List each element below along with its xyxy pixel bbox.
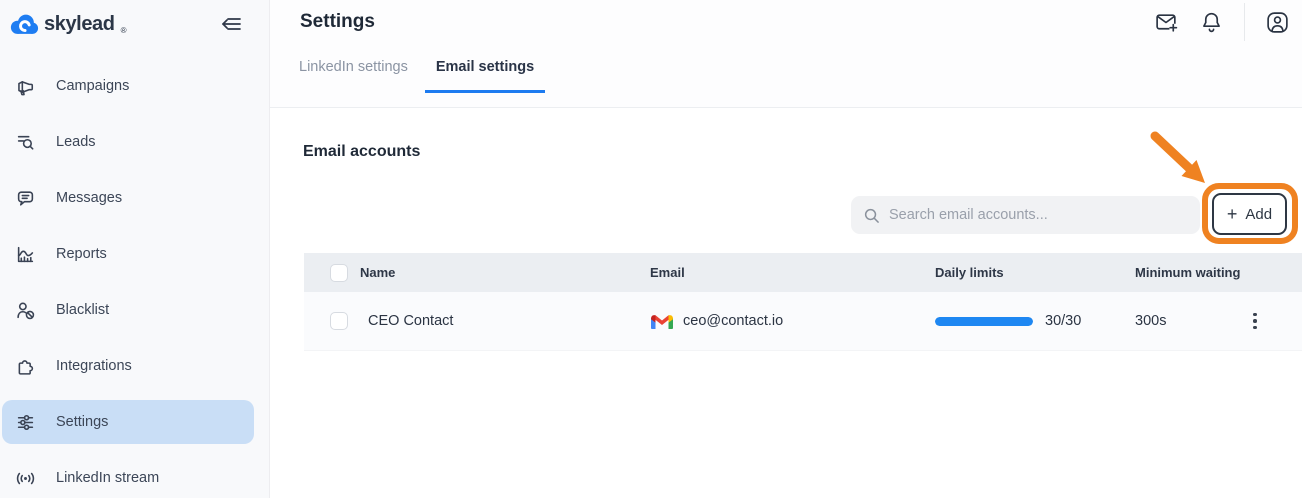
highlight-arrow-annotation	[1145, 128, 1220, 198]
registered-mark: ®	[121, 26, 127, 35]
megaphone-icon	[15, 76, 35, 96]
sidebar-item-integrations[interactable]: Integrations	[2, 344, 254, 388]
sidebar-item-messages[interactable]: Messages	[2, 176, 254, 220]
sidebar-item-label: Campaigns	[56, 78, 129, 94]
select-all-checkbox[interactable]	[330, 264, 348, 282]
topbar-divider	[1244, 3, 1245, 41]
collapse-sidebar-icon[interactable]	[217, 12, 245, 36]
header-cell-daily-limits: Daily limits	[935, 265, 1135, 280]
section-title: Email accounts	[303, 143, 1302, 161]
user-block-icon	[15, 300, 35, 320]
tab-email-settings[interactable]: Email settings	[425, 44, 545, 93]
add-button[interactable]: + Add	[1212, 193, 1287, 235]
profile-icon[interactable]	[1265, 10, 1290, 35]
sidebar-item-blacklist[interactable]: Blacklist	[2, 288, 254, 332]
sidebar-item-campaigns[interactable]: Campaigns	[2, 64, 254, 108]
search-email-accounts-box[interactable]	[851, 196, 1200, 234]
skylead-cloud-icon	[9, 12, 39, 37]
header-cell-minimum-waiting: Minimum waiting	[1135, 265, 1247, 280]
topbar: Settings	[270, 0, 1302, 44]
header-cell-name: Name	[360, 265, 650, 280]
sidebar-item-reports[interactable]: Reports	[2, 232, 254, 276]
email-accounts-table: Name Email Daily limits Minimum waiting …	[304, 253, 1302, 351]
sidebar-item-label: Messages	[56, 190, 122, 206]
list-search-icon	[15, 132, 35, 152]
row-cell-minimum-waiting: 300s	[1135, 313, 1247, 329]
message-icon	[15, 188, 35, 208]
app-window: skylead ® Campaigns	[0, 0, 1302, 498]
sidebar: skylead ® Campaigns	[0, 0, 270, 498]
table-header-row: Name Email Daily limits Minimum waiting	[304, 253, 1302, 292]
main-area: Settings	[270, 0, 1302, 498]
plus-icon: +	[1227, 205, 1238, 223]
gmail-icon	[650, 312, 674, 330]
row-cell-checkbox	[304, 312, 360, 330]
sliders-icon	[15, 412, 35, 432]
sidebar-item-label: Integrations	[56, 358, 132, 374]
broadcast-icon	[15, 468, 35, 488]
sidebar-item-linkedin-stream[interactable]: LinkedIn stream	[2, 456, 254, 500]
search-icon	[863, 207, 880, 224]
daily-limit-progress-bar	[935, 317, 1033, 326]
sidebar-item-leads[interactable]: Leads	[2, 120, 254, 164]
search-input[interactable]	[889, 207, 1188, 223]
sidebar-item-label: Settings	[56, 414, 108, 430]
header-cell-email: Email	[650, 265, 935, 280]
sidebar-nav: Campaigns Leads Messages	[0, 64, 269, 500]
row-email-text: ceo@contact.io	[683, 313, 783, 329]
puzzle-icon	[15, 356, 35, 376]
row-cell-email: ceo@contact.io	[650, 312, 935, 330]
skylead-logo[interactable]: skylead ®	[9, 12, 217, 37]
row-cell-name: CEO Contact	[360, 313, 650, 329]
sidebar-item-label: LinkedIn stream	[56, 470, 159, 486]
row-checkbox[interactable]	[330, 312, 348, 330]
topbar-icons	[1154, 3, 1294, 41]
logo-row: skylead ®	[0, 0, 269, 44]
sidebar-item-label: Leads	[56, 134, 96, 150]
tab-linkedin-settings[interactable]: LinkedIn settings	[288, 44, 419, 93]
page-title: Settings	[300, 11, 1154, 33]
new-message-icon[interactable]	[1154, 10, 1179, 35]
sidebar-item-label: Reports	[56, 246, 107, 262]
daily-limit-value: 30/30	[1045, 313, 1081, 329]
tab-bar: LinkedIn settings Email settings	[270, 44, 1302, 108]
daily-limit-progress-fill	[935, 317, 1033, 326]
table-row: CEO Contact ceo@contact.io 30/3	[304, 292, 1302, 351]
sidebar-item-settings[interactable]: Settings	[2, 400, 254, 444]
row-cell-daily-limits: 30/30	[935, 313, 1135, 329]
row-kebab-menu-icon[interactable]	[1247, 309, 1263, 334]
add-button-label: Add	[1245, 206, 1272, 223]
notifications-icon[interactable]	[1199, 10, 1224, 35]
row-cell-actions	[1247, 309, 1302, 334]
chart-icon	[15, 244, 35, 264]
header-cell-checkbox	[304, 264, 360, 282]
sidebar-item-label: Blacklist	[56, 302, 109, 318]
logo-text: skylead	[44, 13, 115, 36]
